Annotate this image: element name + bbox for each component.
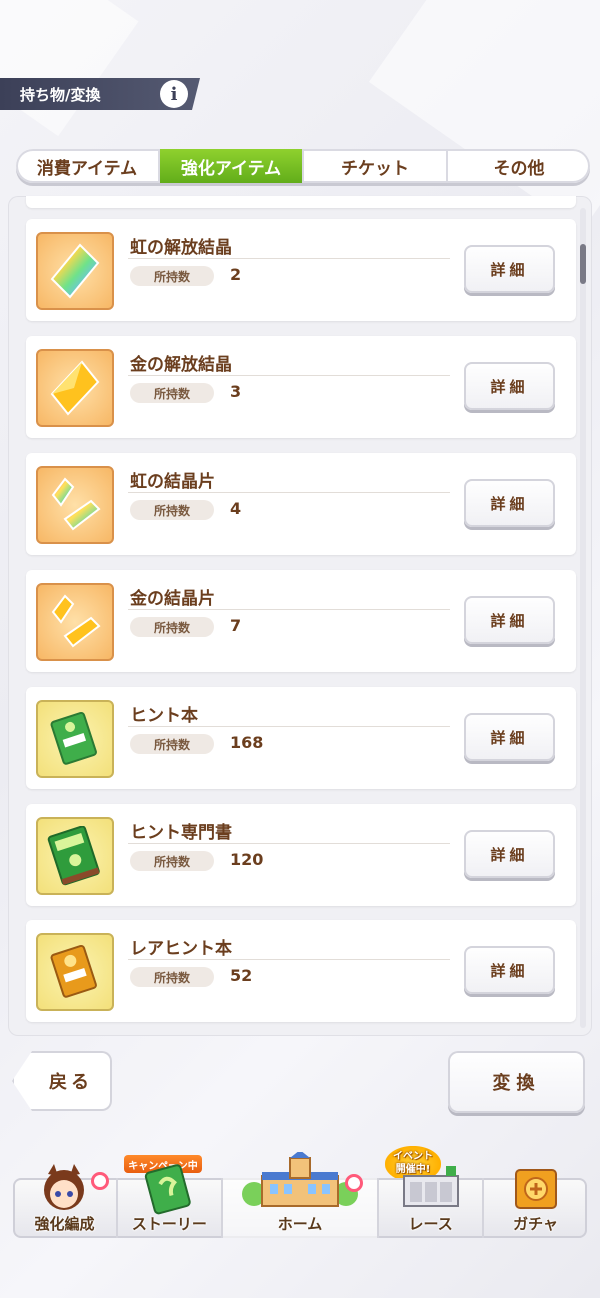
list-item: ヒント専門書 所持数 120 詳細 <box>26 804 576 906</box>
story-book-icon <box>145 1164 192 1215</box>
nav-label: ホーム <box>277 1215 323 1233</box>
quantity-label: 所持数 <box>130 266 214 286</box>
hint-expert-book-icon <box>36 817 114 895</box>
race-gate-icon <box>402 1166 459 1207</box>
gold-crystal-icon <box>36 349 114 427</box>
gacha-icon <box>514 1169 557 1209</box>
rare-hint-book-icon <box>36 933 114 1011</box>
list-item: レアヒント本 所持数 52 詳細 <box>26 920 576 1022</box>
nav-item-story[interactable]: ストーリー <box>118 1164 223 1238</box>
list-item-partial <box>26 196 576 208</box>
scrollbar-thumb[interactable] <box>580 244 586 284</box>
quantity-label: 所持数 <box>130 500 214 520</box>
detail-button[interactable]: 詳細 <box>464 713 555 761</box>
scrollbar-track[interactable] <box>580 208 586 1028</box>
detail-button[interactable]: 詳細 <box>464 830 555 878</box>
item-name: 虹の解放結晶 <box>130 238 232 258</box>
quantity-label: 所持数 <box>130 734 214 754</box>
bottom-nav: 強化編成 ストーリー ホーム レース ガチャ <box>13 1152 587 1238</box>
nav-item-race[interactable]: レース <box>379 1166 485 1238</box>
quantity-label: 所持数 <box>130 851 214 871</box>
list-item: 金の結晶片 所持数 7 詳細 <box>26 570 576 672</box>
category-tabs: 消費アイテム 強化アイテム チケット その他 <box>16 149 590 183</box>
quantity-value: 52 <box>230 966 253 985</box>
quantity-label: 所持数 <box>130 617 214 637</box>
nav-label: レース <box>408 1215 453 1233</box>
nav-label: ガチャ <box>513 1215 558 1233</box>
list-item: 虹の解放結晶 所持数 2 詳細 <box>26 219 576 321</box>
detail-button[interactable]: 詳細 <box>464 479 555 527</box>
notification-icon <box>344 1174 363 1192</box>
detail-button[interactable]: 詳細 <box>464 946 555 994</box>
event-badge-line1: イベント <box>393 1151 433 1162</box>
list-item: ヒント本 所持数 168 詳細 <box>26 687 576 789</box>
page-title: 持ち物/変換 <box>20 85 101 104</box>
background-shape <box>0 0 139 137</box>
divider <box>128 258 450 259</box>
item-name: ヒント専門書 <box>130 823 232 843</box>
rainbow-shard-icon <box>36 466 114 544</box>
hint-book-icon <box>36 700 114 778</box>
divider <box>128 959 450 960</box>
info-icon[interactable]: i <box>160 80 188 108</box>
item-name: レアヒント本 <box>130 939 232 959</box>
home-building-icon <box>241 1152 358 1207</box>
quantity-value: 7 <box>230 616 242 635</box>
convert-button[interactable]: 変換 <box>448 1051 585 1113</box>
divider <box>128 375 450 376</box>
detail-button[interactable]: 詳細 <box>464 362 555 410</box>
tab-tickets[interactable]: チケット <box>304 149 448 183</box>
quantity-value: 168 <box>230 733 264 752</box>
quantity-value: 120 <box>230 850 264 869</box>
divider <box>128 726 450 727</box>
nav-item-enhance[interactable]: 強化編成 <box>13 1164 118 1238</box>
quantity-value: 3 <box>230 382 242 401</box>
detail-button[interactable]: 詳細 <box>464 245 555 293</box>
divider <box>128 609 450 610</box>
divider <box>128 492 450 493</box>
tab-other[interactable]: その他 <box>448 149 590 183</box>
quantity-label: 所持数 <box>130 383 214 403</box>
quantity-value: 2 <box>230 265 242 284</box>
item-name: 金の結晶片 <box>130 589 215 609</box>
tab-enhancement-items[interactable]: 強化アイテム <box>160 149 304 183</box>
back-button[interactable]: 戻る <box>12 1051 112 1111</box>
item-name: 虹の結晶片 <box>130 472 215 492</box>
rainbow-crystal-icon <box>36 232 114 310</box>
nav-item-gacha[interactable]: ガチャ <box>484 1169 587 1238</box>
list-item: 金の解放結晶 所持数 3 詳細 <box>26 336 576 438</box>
nav-item-home[interactable]: ホーム <box>222 1152 380 1238</box>
character-avatar-icon <box>44 1164 85 1210</box>
nav-label: ストーリー <box>131 1215 207 1233</box>
tab-consumables[interactable]: 消費アイテム <box>16 149 160 183</box>
notification-icon <box>91 1172 109 1190</box>
item-name: ヒント本 <box>130 706 198 726</box>
quantity-value: 4 <box>230 499 242 518</box>
item-name: 金の解放結晶 <box>130 355 232 375</box>
divider <box>128 843 450 844</box>
list-item: 虹の結晶片 所持数 4 詳細 <box>26 453 576 555</box>
quantity-label: 所持数 <box>130 967 214 987</box>
detail-button[interactable]: 詳細 <box>464 596 555 644</box>
nav-label: 強化編成 <box>34 1215 95 1233</box>
gold-shard-icon <box>36 583 114 661</box>
